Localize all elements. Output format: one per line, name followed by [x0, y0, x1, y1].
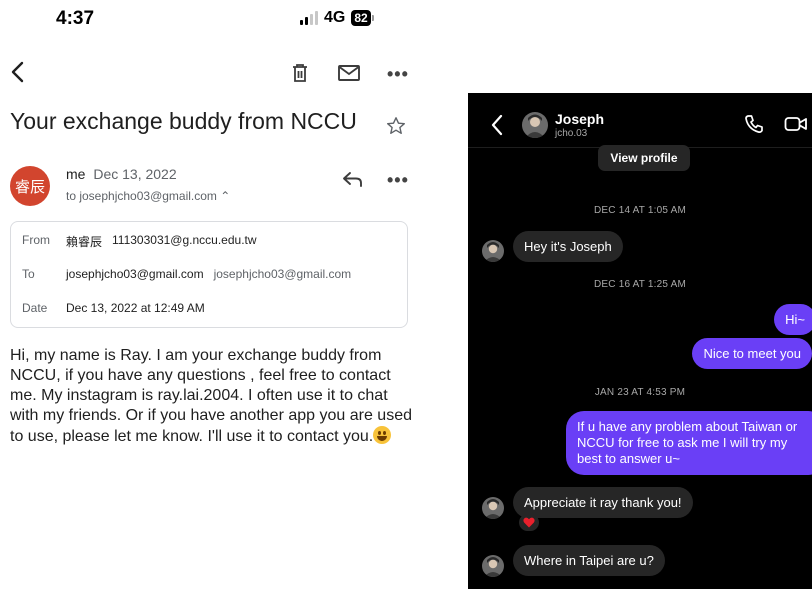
email-body-text: Hi, my name is Ray. I am your exchange b… — [10, 347, 412, 445]
outgoing-message[interactable]: Hi~ — [774, 304, 812, 335]
message-details-card: From 賴睿辰 111303031@g.nccu.edu.tw To jose… — [10, 221, 408, 328]
network-label: 4G — [324, 9, 346, 26]
sender-line: me Dec 13, 2022 — [66, 166, 177, 182]
to-row: To josephjcho03@gmail.com josephjcho03@g… — [22, 267, 351, 281]
email-body: Hi, my name is Ray. I am your exchange b… — [10, 346, 414, 447]
status-time: 4:37 — [56, 8, 95, 29]
contact-handle: jcho.03 — [555, 128, 588, 139]
dm-header: Joseph jcho.03 — [468, 93, 812, 148]
contact-avatar-small[interactable] — [482, 555, 504, 577]
incoming-message[interactable]: Appreciate it ray thank you! — [513, 487, 693, 518]
from-row: From 賴睿辰 111303031@g.nccu.edu.tw — [22, 233, 267, 250]
battery-level: 82 — [351, 10, 371, 26]
sender-name: me — [66, 166, 86, 182]
status-indicators: 4G 82 — [300, 9, 374, 27]
from-label: From — [22, 233, 50, 247]
to-label: To — [22, 267, 35, 281]
sender-avatar[interactable]: 睿辰 — [10, 166, 50, 206]
more-options-icon[interactable]: ••• — [387, 64, 409, 85]
reply-icon[interactable] — [342, 170, 364, 188]
message-more-icon[interactable]: ••• — [387, 170, 409, 191]
email-screen: 4:37 4G 82 ••• Your exchange buddy from … — [0, 0, 420, 589]
contact-avatar-small[interactable] — [482, 240, 504, 262]
from-email[interactable]: 111303031@g.nccu.edu.tw — [112, 233, 257, 250]
view-profile-button[interactable]: View profile — [598, 145, 690, 171]
outgoing-message[interactable]: If u have any problem about Taiwan or NC… — [566, 411, 812, 475]
incoming-message[interactable]: Where in Taipei are u? — [513, 545, 665, 576]
recipient-summary[interactable]: to josephjcho03@gmail.com ⌃ — [66, 189, 230, 203]
heart-reaction-icon[interactable] — [519, 514, 539, 531]
date-value: Dec 13, 2022 at 12:49 AM — [66, 301, 205, 315]
timestamp: JAN 23 AT 4:53 PM — [594, 387, 686, 398]
email-subject: Your exchange buddy from NCCU — [10, 108, 357, 134]
back-arrow-icon[interactable] — [8, 60, 28, 84]
timestamp: DEC 16 AT 1:25 AM — [594, 279, 686, 290]
phone-icon[interactable] — [744, 114, 764, 134]
video-camera-icon[interactable] — [784, 115, 808, 133]
contact-name[interactable]: Joseph — [555, 111, 604, 127]
grinning-emoji-icon — [373, 426, 392, 444]
to-value-secondary: josephjcho03@gmail.com — [213, 267, 352, 281]
timestamp: DEC 14 AT 1:05 AM — [594, 205, 686, 216]
outgoing-message[interactable]: Nice to meet you — [692, 338, 812, 369]
back-arrow-icon[interactable] — [490, 114, 504, 136]
from-name: 賴睿辰 — [66, 235, 103, 249]
mail-icon[interactable] — [337, 62, 361, 84]
incoming-message[interactable]: Hey it's Joseph — [513, 231, 623, 262]
battery-icon: 82 — [351, 10, 374, 26]
star-icon[interactable] — [386, 116, 406, 136]
contact-avatar[interactable] — [522, 112, 548, 138]
heart-icon — [523, 517, 535, 528]
signal-icon — [300, 11, 318, 25]
contact-avatar-small[interactable] — [482, 497, 504, 519]
date-label: Date — [22, 301, 48, 315]
date-row: Date Dec 13, 2022 at 12:49 AM — [22, 301, 215, 315]
trash-icon[interactable] — [289, 62, 311, 84]
to-value[interactable]: josephjcho03@gmail.com — [66, 267, 204, 281]
dm-screen: Joseph jcho.03 View profile DEC 14 AT 1:… — [468, 93, 812, 589]
sent-date: Dec 13, 2022 — [93, 166, 177, 182]
